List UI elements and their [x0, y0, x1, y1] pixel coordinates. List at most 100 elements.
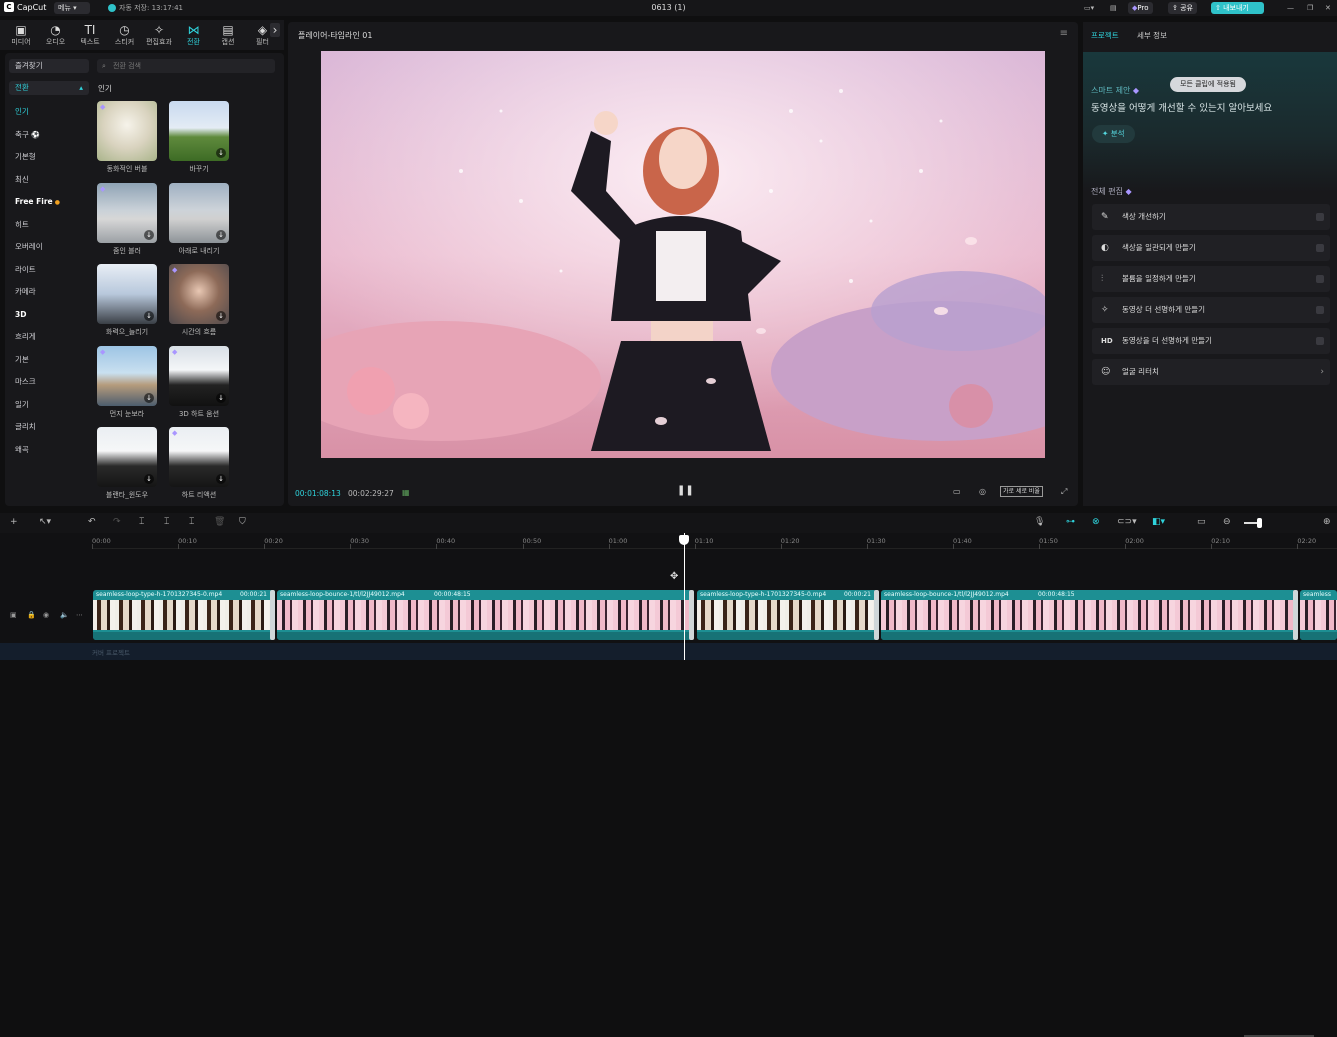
download-icon[interactable]: ↓ [216, 474, 226, 484]
edit-item[interactable]: ⫶ 볼륨을 일정하게 만들기 [1092, 266, 1330, 292]
chain-icon[interactable]: ⊂⊃▾ [1117, 517, 1137, 527]
minimize-button[interactable]: — [1283, 2, 1298, 14]
transition-marker[interactable] [874, 590, 879, 640]
add-icon[interactable]: + [10, 517, 18, 527]
tab-audio[interactable]: ◔ 오디오 [40, 23, 72, 47]
edit-item[interactable]: HD 동영상을 더 선명하게 만들기 [1092, 328, 1330, 354]
caption-track-icon[interactable]: ▭ [1197, 517, 1206, 527]
split-left-icon[interactable]: ⌶ [164, 517, 169, 527]
menu-button[interactable]: 메뉴 ▾ [54, 2, 90, 14]
category-item[interactable]: 최신 [9, 169, 89, 192]
preview-axis-icon[interactable]: ◧▾ [1152, 517, 1165, 527]
split-right-icon[interactable]: ⌶ [189, 517, 194, 527]
menu-icon[interactable]: ≡ [1060, 28, 1068, 39]
magnet-icon[interactable]: ⊶ [1066, 517, 1075, 527]
category-item[interactable]: 오버레이 [9, 236, 89, 259]
transition-thumbnail[interactable]: ◆ ↓ [169, 264, 229, 324]
download-icon[interactable]: ↓ [216, 311, 226, 321]
transition-thumbnail[interactable]: ↓ [169, 182, 229, 243]
zoom-out-icon[interactable]: ⊖ [1223, 517, 1231, 527]
toggle-switch[interactable] [1316, 306, 1324, 314]
tab-caption[interactable]: ▤ 캡션 [212, 23, 244, 47]
transition-thumbnail[interactable]: ↓ [97, 264, 157, 324]
category-item[interactable]: 기본 [9, 349, 89, 372]
transition-thumbnail[interactable]: ◆ ↓ [97, 182, 157, 243]
toggle-switch[interactable] [1316, 213, 1324, 221]
category-item[interactable]: 기본형 [9, 146, 89, 169]
tab-sticker[interactable]: ◷ 스티커 [109, 23, 141, 47]
category-favorites[interactable]: 즐겨찾기 [9, 59, 89, 73]
toggle-switch[interactable] [1316, 337, 1324, 345]
tab-transition[interactable]: ⋈ 전환 [178, 23, 210, 47]
undo-icon[interactable]: ↶ [88, 517, 96, 527]
pause-button[interactable]: ❚❚ [677, 485, 694, 496]
lock-icon[interactable]: 🔒 [27, 611, 36, 619]
transition-thumbnail[interactable]: ◆ [97, 101, 157, 161]
edit-item[interactable]: ☺ 얼굴 리터치 › [1092, 359, 1330, 385]
edit-item[interactable]: ✧ 동영상 더 선명하게 만들기 [1092, 297, 1330, 323]
download-icon[interactable]: ↓ [144, 474, 154, 484]
download-icon[interactable]: ↓ [144, 311, 154, 321]
category-item[interactable]: 일기 [9, 394, 89, 417]
category-item[interactable]: 마스크 [9, 371, 89, 394]
zoom-in-icon[interactable]: ⊕ [1323, 517, 1331, 527]
transition-thumbnail[interactable]: ◆ ↓ [169, 427, 229, 487]
share-button[interactable]: ⇪ 공유 [1168, 2, 1197, 14]
aspect-ratio-button[interactable]: 가로 세로 비율 [1000, 486, 1043, 497]
category-item[interactable]: 히트 [9, 214, 89, 237]
split-icon[interactable]: ⌶ [139, 517, 144, 527]
transition-thumbnail[interactable]: ↓ [169, 101, 229, 161]
video-clip[interactable]: seamless [1300, 590, 1337, 640]
pro-button[interactable]: ◆Pro [1128, 2, 1153, 14]
microphone-icon[interactable]: 🎙 [1034, 517, 1045, 527]
playhead[interactable] [684, 533, 685, 660]
analyze-button[interactable]: ✦ 분석 [1092, 125, 1135, 143]
download-icon[interactable]: ↓ [216, 148, 226, 158]
edit-item[interactable]: ✎ 색상 개선하기 [1092, 204, 1330, 230]
transition-thumbnail[interactable]: ◆ ↓ [169, 345, 229, 406]
track-cover-icon[interactable]: ▣ [10, 611, 17, 619]
close-button[interactable]: ✕ [1321, 2, 1335, 14]
transition-thumbnail[interactable]: ↓ [97, 427, 157, 487]
tab-text[interactable]: TI 텍스트 [74, 23, 106, 47]
download-icon[interactable]: ↓ [216, 229, 226, 240]
category-item[interactable]: 축구 ⚽ [9, 124, 89, 147]
quality-icon[interactable]: ▭ [953, 487, 961, 496]
transition-marker[interactable] [270, 590, 275, 640]
category-item[interactable]: 글리치 [9, 416, 89, 439]
fullscreen-icon[interactable]: ⤢ [1061, 487, 1067, 497]
video-clip[interactable]: seamless-loop-bounce-1/tl/l2JJ49012.mp4 0… [881, 590, 1296, 640]
timeline-view-icon[interactable]: ▦ [402, 488, 410, 497]
transition-thumbnail[interactable]: ◆ ↓ [97, 345, 157, 406]
video-clip[interactable]: seamless-loop-type-h-1701327345-0.mp4 00:… [697, 590, 877, 640]
link-icon[interactable]: ⊗ [1092, 517, 1100, 527]
transition-marker[interactable] [1293, 590, 1298, 640]
chevron-right-icon[interactable]: › [270, 23, 280, 37]
tab-details[interactable]: 세부 정보 [1137, 31, 1167, 40]
video-clip[interactable]: seamless-loop-bounce-1/tl/l2JJ49012.mp4 0… [277, 590, 692, 640]
video-preview[interactable] [321, 51, 1045, 458]
snapshot-icon[interactable]: ◎ [979, 487, 986, 496]
delete-icon[interactable]: 🗑 [214, 517, 225, 527]
maximize-button[interactable]: ❐ [1303, 2, 1317, 14]
redo-icon[interactable]: ↷ [113, 517, 121, 527]
playhead-handle[interactable] [679, 535, 689, 545]
eye-icon[interactable]: ◉ [43, 611, 49, 619]
video-clip[interactable]: seamless-loop-type-h-1701327345-0.mp4 00:… [93, 590, 273, 640]
select-tool-icon[interactable]: ↖▾ [39, 517, 51, 527]
toggle-switch[interactable] [1316, 275, 1324, 283]
category-item[interactable]: 카메라 [9, 281, 89, 304]
transition-marker[interactable] [689, 590, 694, 640]
category-item[interactable]: Free Fire ● [9, 191, 89, 214]
tab-media[interactable]: ▣ 미디어 [5, 23, 37, 47]
tab-effects[interactable]: ✧ 편집효과 [143, 23, 175, 47]
speaker-icon[interactable]: 🔈 [60, 611, 69, 619]
category-item[interactable]: 흐리게 [9, 326, 89, 349]
category-item[interactable]: 인기 [9, 101, 89, 124]
edit-item[interactable]: ◐ 색상을 일관되게 만들기 [1092, 235, 1330, 261]
search-input[interactable]: ⌕ 전환 검색 [97, 59, 275, 73]
tab-project[interactable]: 프로젝트 [1091, 31, 1119, 40]
download-icon[interactable]: ↓ [144, 229, 154, 240]
category-item[interactable]: 왜곡 [9, 439, 89, 462]
toggle-switch[interactable] [1316, 244, 1324, 252]
